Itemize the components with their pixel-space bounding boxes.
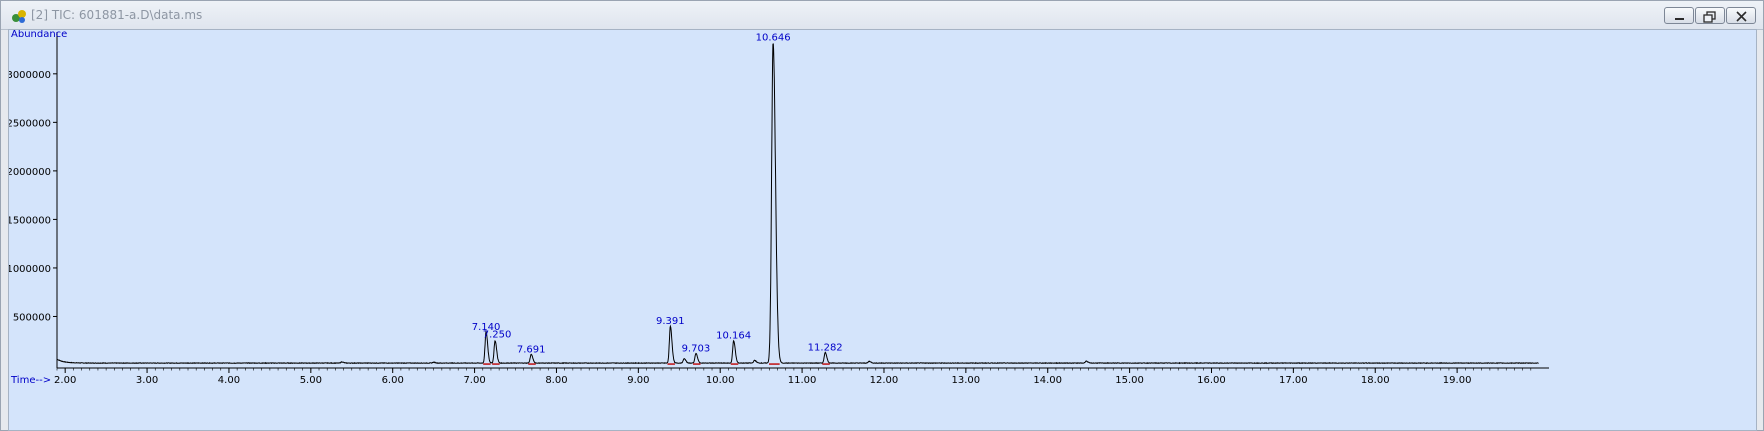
x-axis-label: Time-->	[10, 375, 51, 386]
close-icon	[1736, 11, 1747, 22]
window-title: [2] TIC: 601881-a.D\data.ms	[31, 8, 203, 22]
chromatogram-chart: 500000 1000000 1500000 2000000 2500000 300000…	[9, 30, 1549, 386]
y-tick-label: 500000	[13, 312, 51, 323]
y-tick-label: 1000000	[9, 264, 51, 275]
y-tick-label: 2500000	[9, 118, 51, 129]
x-tick-label: 9.00	[627, 375, 649, 386]
y-axis-label: Abundance	[11, 30, 67, 40]
peak-label: 10.646	[756, 33, 791, 44]
tic-trace-line	[56, 43, 1539, 365]
chromatogram-plot-area[interactable]: 500000 1000000 1500000 2000000 2500000 300000…	[8, 29, 1757, 431]
y-tick-label: 3000000	[9, 70, 51, 81]
title-bar[interactable]: [2] TIC: 601881-a.D\data.ms	[1, 1, 1763, 30]
x-tick-label: 15.00	[1115, 375, 1144, 386]
peak-label: 7.691	[517, 344, 546, 355]
x-tick-label: 17.00	[1279, 375, 1308, 386]
chemstation-app-icon	[12, 10, 26, 23]
peak-label: 9.391	[656, 316, 685, 327]
y-tick-label: 2000000	[9, 167, 51, 178]
peak-label: 9.703	[682, 343, 711, 354]
x-tick-label: 10.00	[706, 375, 735, 386]
x-tick-label: 16.00	[1197, 375, 1226, 386]
y-tick-label: 1500000	[9, 215, 51, 226]
x-tick-label: 8.00	[545, 375, 567, 386]
peak-label: 7.250	[483, 330, 512, 341]
peak-label: 11.282	[808, 342, 843, 353]
x-tick-label: 13.00	[952, 375, 981, 386]
x-tick-label: 7.00	[463, 375, 485, 386]
chart-marks: 7.1407.2507.6919.3919.70310.16410.64611.…	[56, 33, 1539, 365]
x-tick-label: 5.00	[300, 375, 322, 386]
x-tick-label: 18.00	[1361, 375, 1390, 386]
x-tick-label: 2.00	[54, 375, 76, 386]
close-button[interactable]	[1726, 7, 1756, 24]
axes: 500000 1000000 1500000 2000000 2500000 300000…	[9, 30, 1549, 386]
minimize-button[interactable]	[1664, 7, 1694, 24]
minimize-icon	[1675, 18, 1684, 20]
x-tick-label: 12.00	[870, 375, 899, 386]
x-tick-label: 19.00	[1443, 375, 1472, 386]
x-tick-label: 4.00	[218, 375, 240, 386]
restore-icon	[1703, 11, 1716, 23]
x-tick-label: 6.00	[382, 375, 404, 386]
restore-button[interactable]	[1695, 7, 1725, 24]
peak-label: 10.164	[716, 331, 751, 342]
chromatogram-window: [2] TIC: 601881-a.D\data.ms 500000 100000…	[0, 0, 1764, 431]
x-tick-label: 14.00	[1033, 375, 1062, 386]
x-tick-label: 3.00	[136, 375, 158, 386]
x-tick-label: 11.00	[788, 375, 817, 386]
